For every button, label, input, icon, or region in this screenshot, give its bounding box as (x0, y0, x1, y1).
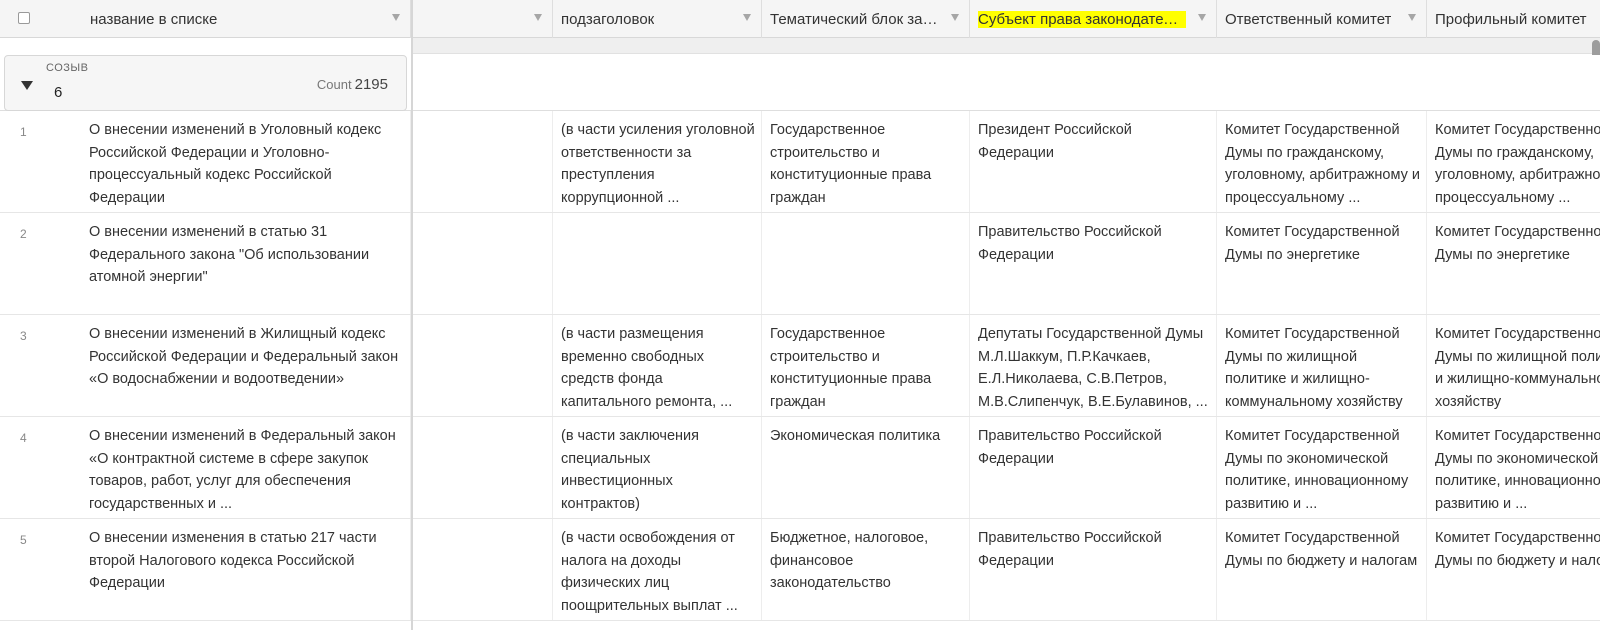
cell-responsible[interactable]: Комитет Государственной Думы по бюджету … (1217, 519, 1427, 620)
cell-subject[interactable]: Президент Российской Федерации (970, 111, 1217, 212)
cell-profile-text: Комитет Государственной Думы по энергети… (1435, 224, 1600, 263)
cell-subtitle[interactable] (553, 213, 762, 314)
header-label: Ответственный комитет (1225, 10, 1392, 28)
cell-profile[interactable]: Комитет Государственной Думы по энергети… (1427, 213, 1600, 314)
header-col-name[interactable]: название в списке (82, 0, 411, 38)
table-row[interactable]: 2 О внесении изменений в статью 31 Федер… (0, 213, 1600, 315)
cell-subject[interactable]: Правительство Российской Федерации (970, 519, 1217, 620)
cell-responsible[interactable]: Комитет Государственной Думы по жилищной… (1217, 315, 1427, 416)
chevron-down-icon[interactable] (951, 14, 959, 21)
chevron-down-icon[interactable] (534, 14, 542, 21)
header-col-profile[interactable]: Профильный комитет (1427, 0, 1600, 38)
cell-profile-text: Комитет Государственной Думы по экономич… (1435, 428, 1600, 512)
cell-profile-text: Комитет Государственной Думы по гражданс… (1435, 122, 1600, 206)
cell-subtitle[interactable]: (в части размещения временно свободных с… (553, 315, 762, 416)
grid-body: 1 О внесении изменений в Уголовный кодек… (0, 111, 1600, 621)
cell-theme[interactable]: Бюджетное, налоговое, финансовое законод… (762, 519, 970, 620)
grid-header: название в списке подзаголовок Тематичес… (0, 0, 1600, 38)
select-all-checkbox[interactable] (18, 12, 30, 24)
cell-theme[interactable] (762, 213, 970, 314)
cell-subtitle[interactable]: (в части усиления уголовной ответственно… (553, 111, 762, 212)
header-label: Профильный комитет (1435, 10, 1587, 28)
row-number: 4 (20, 431, 27, 445)
cell-empty[interactable] (413, 213, 553, 314)
group-row: СОЗЫВ 6 Count 2195 (0, 55, 1600, 111)
caret-down-icon[interactable] (21, 81, 33, 90)
cell-profile[interactable]: Комитет Государственной Думы по гражданс… (1427, 111, 1600, 212)
count-label: Count (316, 77, 352, 92)
header-select-cell (0, 0, 82, 38)
cell-subject[interactable]: Депутаты Государственной Думы М.Л.Шаккум… (970, 315, 1217, 416)
pinned-column-divider[interactable] (411, 0, 413, 630)
header-col-subject[interactable]: Субъект права законодатель... (970, 0, 1217, 38)
row-number: 2 (20, 227, 27, 241)
cell-subject[interactable]: Правительство Российской Федерации (970, 417, 1217, 518)
table-row[interactable]: 5 О внесении изменения в статью 217 част… (0, 519, 1600, 621)
cell-subtitle[interactable]: (в части освобождения от налога на доход… (553, 519, 762, 620)
cell-profile[interactable]: Комитет Государственной Думы по экономич… (1427, 417, 1600, 518)
group-value: 6 (54, 84, 63, 101)
row-number: 3 (20, 329, 27, 343)
cell-empty[interactable] (413, 417, 553, 518)
cell-subject[interactable]: Правительство Российской Федерации (970, 213, 1217, 314)
cell-name[interactable]: О внесении изменений в Федеральный закон… (89, 417, 411, 518)
cell-name[interactable]: О внесении изменения в статью 217 части … (89, 519, 411, 620)
cell-responsible[interactable]: Комитет Государственной Думы по гражданс… (1217, 111, 1427, 212)
cell-theme[interactable]: Государственное строительство и конститу… (762, 111, 970, 212)
cell-theme[interactable]: Государственное строительство и конститу… (762, 315, 970, 416)
header-col-empty[interactable] (413, 0, 553, 38)
cell-profile-text: Комитет Государственной Думы по бюджету … (1435, 530, 1600, 569)
group-field-label: СОЗЫВ (46, 62, 89, 74)
cell-responsible[interactable]: Комитет Государственной Думы по энергети… (1217, 213, 1427, 314)
header-label: Субъект права законодатель... (978, 10, 1186, 28)
group-header[interactable]: СОЗЫВ 6 Count 2195 (4, 55, 407, 111)
horizontal-scrollbar[interactable] (413, 38, 1600, 54)
header-col-theme[interactable]: Тематический блок зак... (762, 0, 970, 38)
chevron-down-icon[interactable] (1408, 14, 1416, 21)
cell-theme[interactable]: Экономическая политика (762, 417, 970, 518)
row-number: 1 (20, 125, 27, 139)
table-row[interactable]: 3 О внесении изменений в Жилищный кодекс… (0, 315, 1600, 417)
cell-name[interactable]: О внесении изменений в Жилищный кодекс Р… (89, 315, 411, 416)
cell-responsible[interactable]: Комитет Государственной Думы по экономич… (1217, 417, 1427, 518)
row-number: 5 (20, 533, 27, 547)
cell-empty[interactable] (413, 111, 553, 212)
cell-empty[interactable] (413, 519, 553, 620)
chevron-down-icon[interactable] (1198, 14, 1206, 21)
cell-subtitle[interactable]: (в части заключения специальных инвестиц… (553, 417, 762, 518)
chevron-down-icon[interactable] (743, 14, 751, 21)
header-label: подзаголовок (561, 10, 655, 28)
cell-profile[interactable]: Комитет Государственной Думы по жилищной… (1427, 315, 1600, 416)
cell-empty[interactable] (413, 315, 553, 416)
group-count: Count 2195 (317, 76, 388, 93)
count-value: 2195 (354, 76, 388, 93)
cell-name[interactable]: О внесении изменений в статью 31 Федерал… (89, 213, 411, 314)
table-row[interactable]: 4 О внесении изменений в Федеральный зак… (0, 417, 1600, 519)
header-label: Тематический блок зак... (770, 10, 939, 28)
header-label: название в списке (90, 10, 218, 28)
cell-profile[interactable]: Комитет Государственной Думы по бюджету … (1427, 519, 1600, 620)
header-col-responsible[interactable]: Ответственный комитет (1217, 0, 1427, 38)
cell-profile-text: Комитет Государственной Думы по жилищной… (1435, 326, 1600, 410)
chevron-down-icon[interactable] (392, 14, 400, 21)
header-col-subtitle[interactable]: подзаголовок (553, 0, 762, 38)
cell-name[interactable]: О внесении изменений в Уголовный кодекс … (89, 111, 411, 212)
table-row[interactable]: 1 О внесении изменений в Уголовный кодек… (0, 111, 1600, 213)
